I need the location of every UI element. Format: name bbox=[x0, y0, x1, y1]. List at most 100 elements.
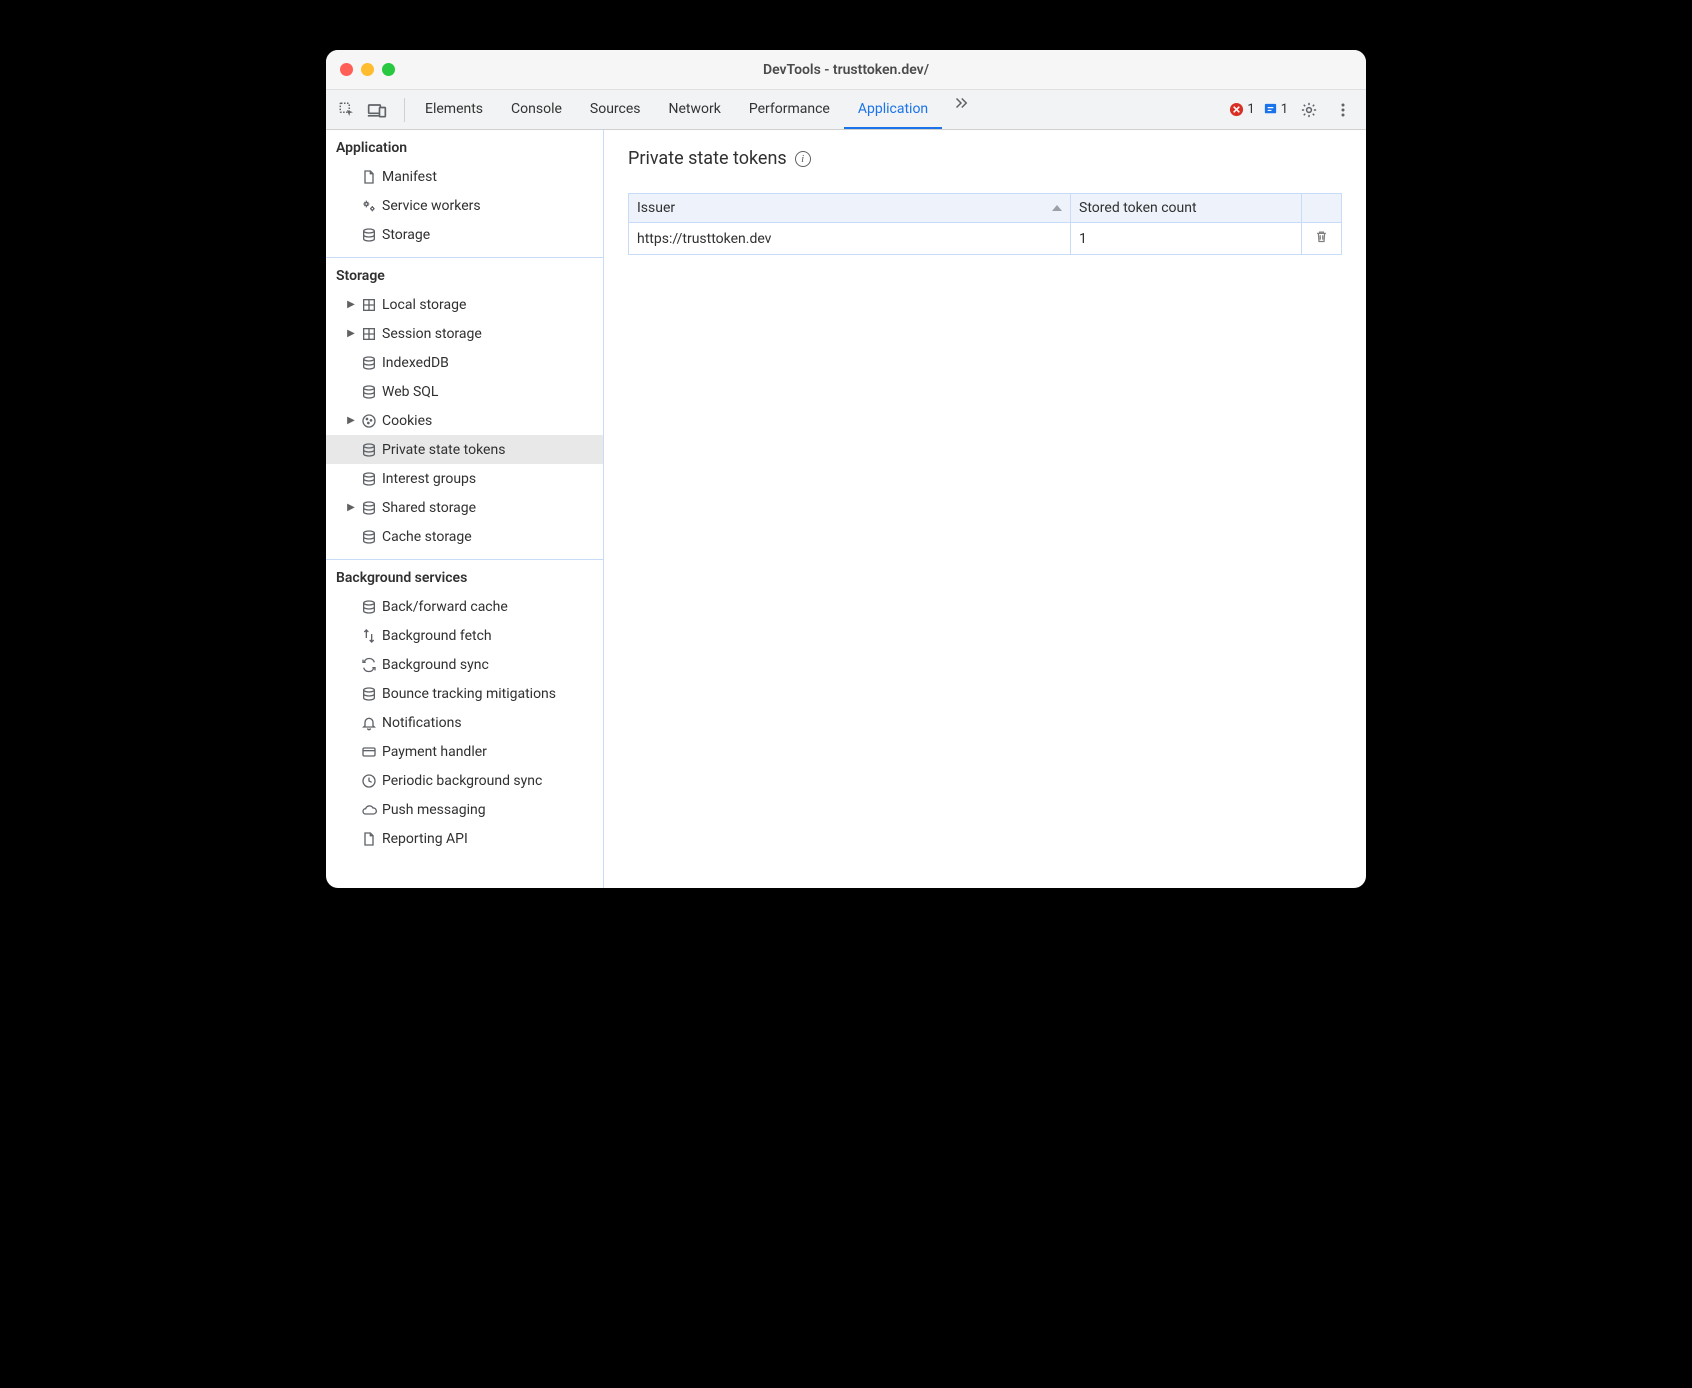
column-header-issuer[interactable]: Issuer bbox=[629, 194, 1071, 223]
sidebar-item-shared-storage[interactable]: ▶ Shared storage bbox=[326, 493, 603, 522]
sidebar-item-label: Web SQL bbox=[380, 384, 438, 400]
disclosure-triangle-icon[interactable]: ▶ bbox=[344, 415, 358, 426]
error-count-value: 1 bbox=[1247, 102, 1254, 117]
arrows-icon bbox=[358, 628, 380, 644]
minimize-window-button[interactable] bbox=[361, 63, 374, 76]
toolbar: Elements Console Sources Network Perform… bbox=[326, 90, 1366, 130]
sidebar-item-service-workers[interactable]: ▶Service workers bbox=[326, 191, 603, 220]
sidebar-item-session-storage[interactable]: ▶ Session storage bbox=[326, 319, 603, 348]
file-icon bbox=[358, 831, 380, 847]
panel-title-text: Private state tokens bbox=[628, 148, 787, 169]
db-icon bbox=[358, 227, 380, 243]
sidebar[interactable]: Application ▶Manifest▶Service workers▶St… bbox=[326, 130, 604, 888]
delete-icon[interactable] bbox=[1314, 229, 1329, 244]
sidebar-item-label: Session storage bbox=[380, 326, 482, 342]
sidebar-item-label: Local storage bbox=[380, 297, 466, 313]
sidebar-item-back-forward-cache[interactable]: ▶Back/forward cache bbox=[326, 592, 603, 621]
main-panel: Private state tokens i Issuer Stored tok… bbox=[604, 130, 1366, 888]
sync-icon bbox=[358, 657, 380, 673]
db-icon bbox=[358, 471, 380, 487]
column-header-actions bbox=[1302, 194, 1342, 223]
sidebar-item-label: Background sync bbox=[380, 657, 489, 673]
sidebar-item-payment-handler[interactable]: ▶Payment handler bbox=[326, 737, 603, 766]
window-title: DevTools - trusttoken.dev/ bbox=[326, 62, 1366, 78]
sidebar-item-private-state-tokens[interactable]: ▶Private state tokens bbox=[326, 435, 603, 464]
cell-issuer: https://trusttoken.dev bbox=[629, 223, 1071, 255]
sidebar-item-label: Cookies bbox=[380, 413, 432, 429]
sidebar-item-interest-groups[interactable]: ▶Interest groups bbox=[326, 464, 603, 493]
sidebar-item-label: Reporting API bbox=[380, 831, 468, 847]
sidebar-item-manifest[interactable]: ▶Manifest bbox=[326, 162, 603, 191]
db-icon bbox=[358, 442, 380, 458]
cloud-icon bbox=[358, 802, 380, 818]
db-icon bbox=[358, 529, 380, 545]
sidebar-item-background-fetch[interactable]: ▶Background fetch bbox=[326, 621, 603, 650]
panel-title: Private state tokens i bbox=[628, 148, 1342, 169]
sidebar-item-cookies[interactable]: ▶ Cookies bbox=[326, 406, 603, 435]
cookie-icon bbox=[358, 413, 380, 429]
fullscreen-window-button[interactable] bbox=[382, 63, 395, 76]
device-toolbar-icon[interactable] bbox=[364, 97, 390, 123]
titlebar: DevTools - trusttoken.dev/ bbox=[326, 50, 1366, 90]
info-icon[interactable]: i bbox=[795, 151, 811, 167]
card-icon bbox=[358, 744, 380, 760]
column-header-count[interactable]: Stored token count bbox=[1071, 194, 1302, 223]
issue-count[interactable]: 1 bbox=[1263, 102, 1288, 117]
tab-elements[interactable]: Elements bbox=[411, 90, 497, 129]
sidebar-item-cache-storage[interactable]: ▶Cache storage bbox=[326, 522, 603, 551]
traffic-lights bbox=[340, 63, 395, 76]
sidebar-item-storage[interactable]: ▶Storage bbox=[326, 220, 603, 249]
sidebar-item-label: Storage bbox=[380, 227, 430, 243]
db-icon bbox=[358, 500, 380, 516]
sidebar-item-bounce-tracking-mitigations[interactable]: ▶Bounce tracking mitigations bbox=[326, 679, 603, 708]
devtools-window: DevTools - trusttoken.dev/ Elements Con bbox=[326, 50, 1366, 888]
sidebar-item-web-sql[interactable]: ▶Web SQL bbox=[326, 377, 603, 406]
sidebar-item-label: Payment handler bbox=[380, 744, 487, 760]
issue-count-value: 1 bbox=[1281, 102, 1288, 117]
table-row[interactable]: https://trusttoken.dev1 bbox=[629, 223, 1342, 255]
tab-console[interactable]: Console bbox=[497, 90, 576, 129]
disclosure-triangle-icon[interactable]: ▶ bbox=[344, 299, 358, 310]
sidebar-item-label: IndexedDB bbox=[380, 355, 449, 371]
more-tabs-icon[interactable] bbox=[948, 90, 974, 116]
tab-network[interactable]: Network bbox=[655, 90, 735, 129]
tab-application[interactable]: Application bbox=[844, 90, 942, 129]
sidebar-item-label: Service workers bbox=[380, 198, 481, 214]
section-header-background: Background services bbox=[326, 560, 603, 592]
bell-icon bbox=[358, 715, 380, 731]
sidebar-item-label: Periodic background sync bbox=[380, 773, 542, 789]
sidebar-item-reporting-api[interactable]: ▶Reporting API bbox=[326, 824, 603, 853]
sidebar-item-push-messaging[interactable]: ▶Push messaging bbox=[326, 795, 603, 824]
sidebar-item-indexeddb[interactable]: ▶IndexedDB bbox=[326, 348, 603, 377]
section-header-storage: Storage bbox=[326, 258, 603, 290]
sidebar-item-background-sync[interactable]: ▶Background sync bbox=[326, 650, 603, 679]
section-header-application: Application bbox=[326, 130, 603, 162]
close-window-button[interactable] bbox=[340, 63, 353, 76]
sidebar-item-local-storage[interactable]: ▶ Local storage bbox=[326, 290, 603, 319]
disclosure-triangle-icon[interactable]: ▶ bbox=[344, 328, 358, 339]
clock-icon bbox=[358, 773, 380, 789]
sidebar-item-label: Private state tokens bbox=[380, 442, 505, 458]
sidebar-item-notifications[interactable]: ▶Notifications bbox=[326, 708, 603, 737]
toolbar-divider bbox=[404, 98, 405, 122]
tab-performance[interactable]: Performance bbox=[735, 90, 844, 129]
db-icon bbox=[358, 686, 380, 702]
tokens-table: Issuer Stored token count https://trustt… bbox=[628, 193, 1342, 255]
sidebar-item-periodic-background-sync[interactable]: ▶Periodic background sync bbox=[326, 766, 603, 795]
inspect-element-icon[interactable] bbox=[334, 97, 360, 123]
db-icon bbox=[358, 355, 380, 371]
db-icon bbox=[358, 599, 380, 615]
gears-icon bbox=[358, 198, 380, 214]
db-icon bbox=[358, 384, 380, 400]
sidebar-item-label: Background fetch bbox=[380, 628, 492, 644]
error-count[interactable]: 1 bbox=[1229, 102, 1254, 117]
tab-sources[interactable]: Sources bbox=[576, 90, 655, 129]
sidebar-item-label: Interest groups bbox=[380, 471, 476, 487]
sidebar-item-label: Notifications bbox=[380, 715, 462, 731]
sidebar-item-label: Push messaging bbox=[380, 802, 486, 818]
cell-count: 1 bbox=[1071, 223, 1302, 255]
sidebar-item-label: Shared storage bbox=[380, 500, 476, 516]
more-menu-icon[interactable] bbox=[1330, 97, 1356, 123]
disclosure-triangle-icon[interactable]: ▶ bbox=[344, 502, 358, 513]
settings-gear-icon[interactable] bbox=[1296, 97, 1322, 123]
